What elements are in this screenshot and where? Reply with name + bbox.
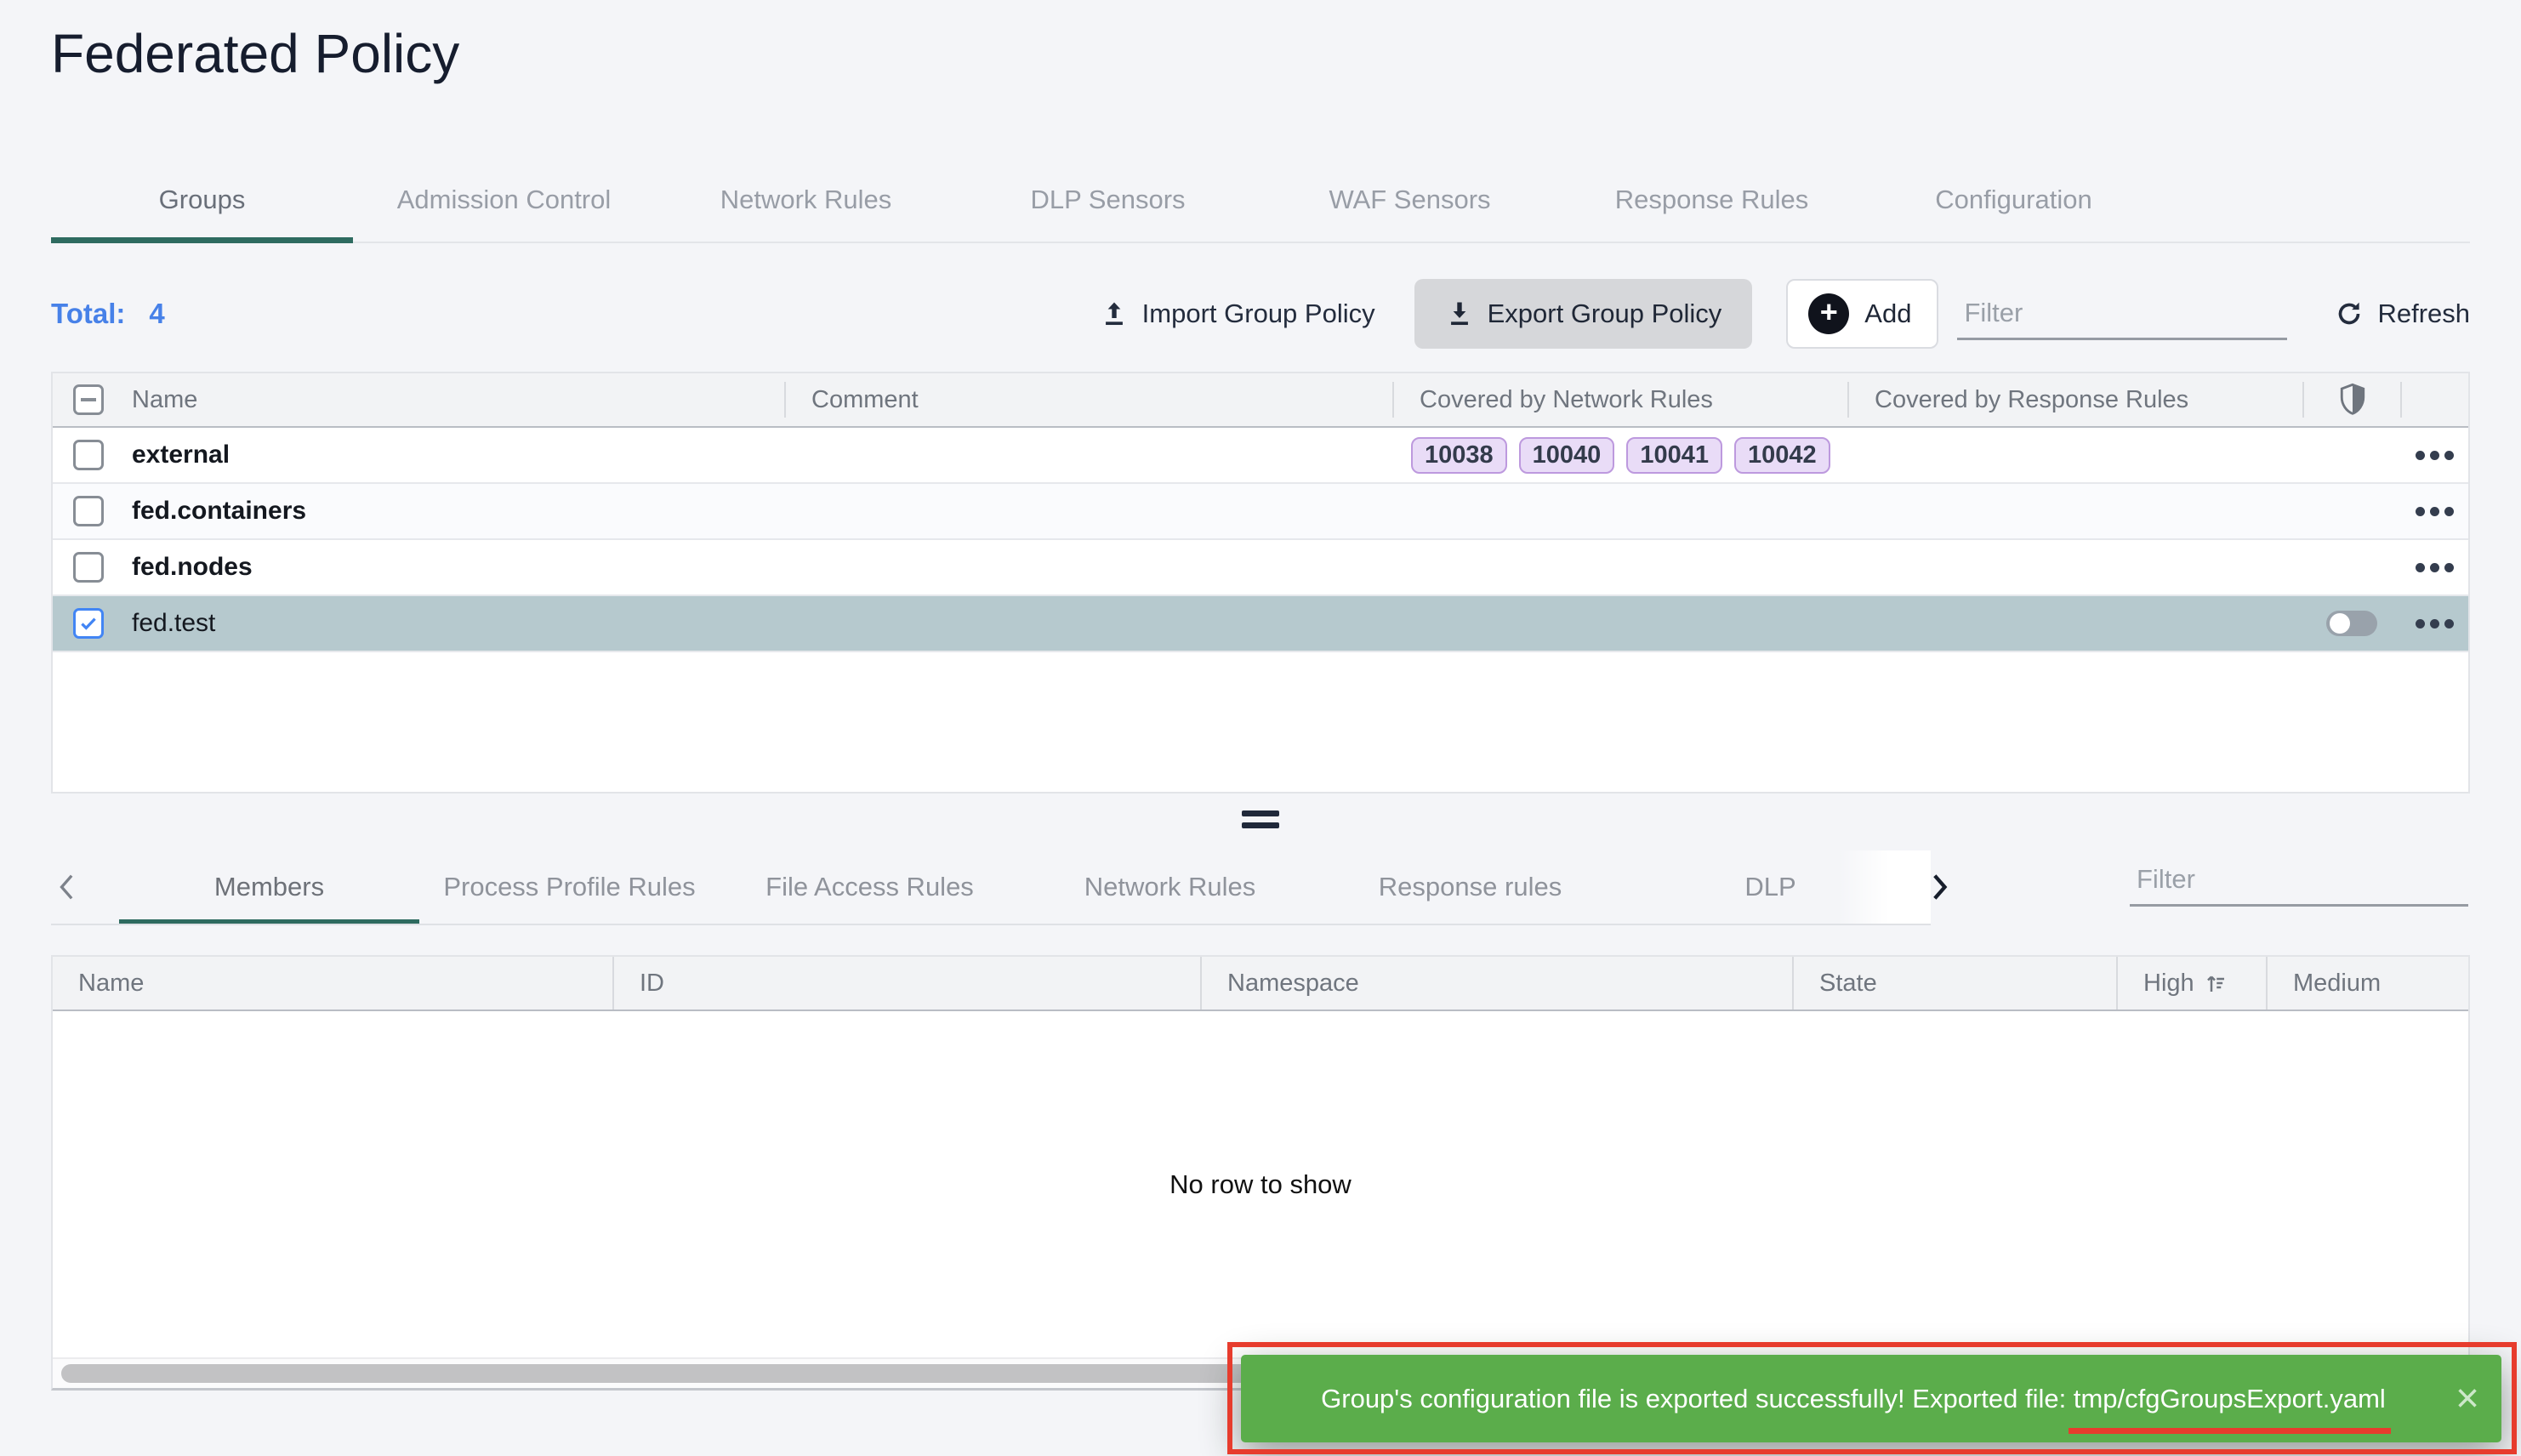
toast-file-path: tmp/cfgGroupsExport.yaml xyxy=(2074,1384,2386,1413)
members-table-header: Name ID Namespace State High Medium xyxy=(53,957,2468,1011)
row-checkbox[interactable] xyxy=(73,496,104,526)
success-toast: Group's configuration file is exported s… xyxy=(1241,1355,2501,1442)
toast-message: Group's configuration file is exported s… xyxy=(1266,1384,2440,1414)
detail-tab-network-rules[interactable]: Network Rules xyxy=(1020,850,1320,924)
table-row-fed-test[interactable]: fed.test xyxy=(53,596,2468,652)
table-row-external[interactable]: external 10038 10040 10041 10042 xyxy=(53,428,2468,484)
group-name: fed.nodes xyxy=(132,553,253,582)
column-header-protection xyxy=(2302,382,2400,418)
page-title: Federated Policy xyxy=(51,22,459,85)
members-table-body: No row to show xyxy=(53,1011,2468,1357)
tab-configuration[interactable]: Configuration xyxy=(1863,158,2165,242)
column-header-id: ID xyxy=(612,957,1200,1010)
main-tab-bar: Groups Admission Control Network Rules D… xyxy=(51,158,2470,243)
annotation-underline xyxy=(2069,1428,2391,1434)
download-icon xyxy=(1445,299,1474,328)
detail-tab-process-profile-rules[interactable]: Process Profile Rules xyxy=(419,850,720,924)
add-label: Add xyxy=(1864,299,1911,329)
row-checkbox[interactable] xyxy=(73,440,104,470)
tab-dlp-sensors[interactable]: DLP Sensors xyxy=(957,158,1259,242)
tabs-scroll-right-button[interactable] xyxy=(1915,864,1961,910)
high-label: High xyxy=(2143,970,2194,998)
network-rule-badges: 10038 10040 10041 10042 xyxy=(1392,437,1830,474)
table-row-fed-containers[interactable]: fed.containers xyxy=(53,484,2468,540)
column-header-medium: Medium xyxy=(2266,957,2468,1010)
rule-badge: 10042 xyxy=(1734,437,1830,474)
members-table: Name ID Namespace State High Medium No r… xyxy=(51,955,2470,1391)
column-header-response-rules: Covered by Response Rules xyxy=(1847,382,2302,418)
detail-tab-members[interactable]: Members xyxy=(119,850,419,924)
total-value: 4 xyxy=(149,298,164,330)
tabs-scroll-left-button[interactable] xyxy=(51,850,119,924)
column-header-namespace: Namespace xyxy=(1200,957,1792,1010)
refresh-button[interactable]: Refresh xyxy=(2335,299,2470,329)
rule-badge: 10040 xyxy=(1519,437,1615,474)
groups-table: Name Comment Covered by Network Rules Co… xyxy=(51,372,2470,793)
scrollbar-thumb[interactable] xyxy=(61,1364,1388,1383)
export-label: Export Group Policy xyxy=(1488,299,1722,329)
plus-circle-icon: + xyxy=(1808,293,1849,334)
empty-state-text: No row to show xyxy=(1169,1169,1352,1200)
row-menu-icon[interactable] xyxy=(2400,563,2468,572)
refresh-icon xyxy=(2335,299,2364,328)
detail-filter-input[interactable] xyxy=(2130,854,2468,907)
import-label: Import Group Policy xyxy=(1142,299,1375,329)
group-name: fed.test xyxy=(132,609,215,638)
column-header-name: Name xyxy=(125,373,784,426)
toast-close-icon[interactable]: × xyxy=(2456,1379,2479,1419)
splitter-handle[interactable] xyxy=(1242,805,1279,834)
select-all-checkbox[interactable] xyxy=(73,384,104,415)
column-header-network-rules: Covered by Network Rules xyxy=(1392,382,1847,418)
detail-tab-bar: Members Process Profile Rules File Acces… xyxy=(51,850,1931,925)
column-header-comment: Comment xyxy=(784,382,1392,418)
column-header-high[interactable]: High xyxy=(2116,957,2266,1010)
groups-toolbar: Total: 4 Import Group Policy Export Grou… xyxy=(51,279,2470,349)
upload-icon xyxy=(1100,299,1129,328)
tab-groups[interactable]: Groups xyxy=(51,158,353,242)
rule-badge: 10038 xyxy=(1411,437,1507,474)
detail-tab-response-rules[interactable]: Response rules xyxy=(1320,850,1620,924)
add-button[interactable]: + Add xyxy=(1786,279,1938,349)
chevron-left-icon xyxy=(51,868,85,906)
group-name: external xyxy=(132,441,230,469)
export-group-policy-button[interactable]: Export Group Policy xyxy=(1414,279,1753,349)
row-menu-icon[interactable] xyxy=(2400,507,2468,516)
total-label: Total: xyxy=(51,298,125,330)
group-name: fed.containers xyxy=(132,497,306,526)
toast-message-prefix: Group's configuration file is exported s… xyxy=(1321,1384,2066,1413)
shield-icon xyxy=(2338,383,2367,417)
tab-network-rules[interactable]: Network Rules xyxy=(655,158,957,242)
groups-filter-input[interactable] xyxy=(1957,287,2287,340)
row-menu-icon[interactable] xyxy=(2400,619,2468,628)
tab-response-rules[interactable]: Response Rules xyxy=(1561,158,1863,242)
sort-icon xyxy=(2203,970,2228,996)
chevron-right-icon xyxy=(1921,868,1955,906)
column-header-name: Name xyxy=(53,957,612,1010)
row-menu-icon[interactable] xyxy=(2400,451,2468,460)
detail-tab-dlp[interactable]: DLP xyxy=(1620,850,1921,924)
refresh-label: Refresh xyxy=(2377,299,2470,329)
groups-table-header: Name Comment Covered by Network Rules Co… xyxy=(53,373,2468,428)
rule-badge: 10041 xyxy=(1626,437,1722,474)
table-row-fed-nodes[interactable]: fed.nodes xyxy=(53,540,2468,596)
row-checkbox[interactable] xyxy=(73,552,104,583)
tab-admission-control[interactable]: Admission Control xyxy=(353,158,655,242)
total-count: Total: 4 xyxy=(51,298,165,330)
tab-waf-sensors[interactable]: WAF Sensors xyxy=(1259,158,1561,242)
import-group-policy-button[interactable]: Import Group Policy xyxy=(1100,299,1375,329)
detail-tab-file-access-rules[interactable]: File Access Rules xyxy=(720,850,1020,924)
federated-policy-page: Federated Policy Groups Admission Contro… xyxy=(0,0,2521,1456)
column-header-state: State xyxy=(1792,957,2116,1010)
column-header-actions xyxy=(2400,382,2468,418)
row-toggle-switch[interactable] xyxy=(2326,611,2377,636)
row-checkbox-checked[interactable] xyxy=(73,608,104,639)
